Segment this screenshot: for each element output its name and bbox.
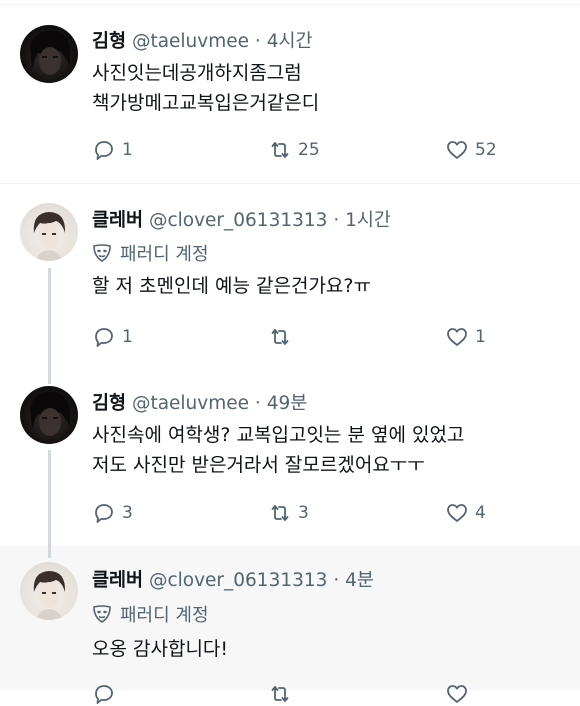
tweet-text-line: 저도 사진만 받은거라서 잘모르겠어요ㅜㅜ	[92, 454, 425, 476]
parody-text: 패러디 계정	[120, 244, 209, 265]
avatar[interactable]	[20, 203, 78, 261]
parody-text: 패러디 계정	[120, 605, 209, 626]
reply-icon	[95, 141, 113, 160]
tweet-text-line: 책가방메고교복입은거같은디	[92, 92, 320, 114]
tweet-header: 클레버 @clover_06131313 · 1시간	[92, 206, 391, 232]
retweet-icon	[271, 142, 289, 158]
mask-icon	[93, 244, 111, 262]
avatar[interactable]	[20, 25, 78, 83]
heart-icon	[447, 328, 467, 346]
timestamp[interactable]: 4시간	[267, 31, 313, 52]
like-button[interactable]	[445, 682, 475, 706]
reply-icon	[95, 504, 113, 523]
tweet-text: 오옹 감사합니다!	[92, 634, 228, 664]
tweet-4[interactable]: 클레버 @clover_06131313 · 4분 패러디 계정 오옹 감사합니…	[0, 546, 580, 704]
reply-count: 1	[122, 140, 133, 160]
tweet-header: 클레버 @clover_06131313 · 4분	[92, 566, 374, 592]
separator-dot: ·	[333, 210, 340, 231]
thread-line	[48, 268, 51, 364]
tweet-text-line: 사진속에 여학생? 교복입고잇는 분 옆에 있었고	[92, 424, 465, 446]
reply-button[interactable]: 1	[92, 138, 133, 162]
mask-icon	[93, 605, 111, 623]
tweet-text-line: 오옹 감사합니다!	[92, 638, 229, 660]
heart-icon	[447, 504, 467, 522]
reply-button[interactable]	[92, 682, 122, 706]
thread-line	[48, 546, 51, 558]
user-handle[interactable]: @clover_06131313	[149, 210, 327, 231]
like-count: 1	[475, 327, 486, 347]
tweet-text: 사진잇는데공개하지좀그럼 책가방메고교복입은거같은디	[92, 58, 319, 118]
separator-dot: ·	[254, 393, 261, 414]
user-handle[interactable]: @clover_06131313	[149, 570, 327, 591]
avatar[interactable]	[20, 562, 78, 620]
separator-dot: ·	[254, 31, 261, 52]
parody-label: 패러디 계정	[92, 601, 209, 627]
user-handle[interactable]: @taeluvmee	[132, 31, 249, 52]
retweet-count: 3	[298, 503, 309, 523]
display-name[interactable]: 클레버	[92, 570, 143, 591]
retweet-count: 25	[298, 140, 320, 160]
tweet-text: 할 저 초멘인데 예능 같은건가요?ㅠ	[92, 271, 371, 301]
retweet-button[interactable]	[268, 325, 298, 349]
like-count: 4	[475, 503, 486, 523]
heart-icon	[447, 141, 467, 159]
display-name[interactable]: 클레버	[92, 210, 143, 231]
reply-icon	[95, 685, 113, 704]
tweet-3[interactable]: 김형 @taeluvmee · 49분 사진속에 여학생? 교복입고잇는 분 옆…	[0, 364, 580, 546]
thread-line	[48, 364, 51, 384]
tweet-header: 김형 @taeluvmee · 49분	[92, 389, 307, 415]
tweet-1[interactable]: 김형 @taeluvmee · 4시간 사진잇는데공개하지좀그럼 책가방메고교복…	[0, 5, 580, 183]
tweet-text-line: 할 저 초멘인데 예능 같은건가요?ㅠ	[92, 275, 371, 297]
reply-icon	[95, 328, 113, 347]
retweet-button[interactable]: 25	[268, 138, 320, 162]
separator-dot: ·	[333, 570, 340, 591]
retweet-icon	[271, 505, 289, 521]
avatar[interactable]	[20, 386, 78, 444]
timestamp[interactable]: 49분	[267, 393, 308, 414]
tweet-text: 사진속에 여학생? 교복입고잇는 분 옆에 있었고 저도 사진만 받은거라서 잘…	[92, 420, 464, 480]
reply-count: 3	[122, 503, 133, 523]
reply-button[interactable]: 1	[92, 325, 133, 349]
like-count: 52	[475, 140, 497, 160]
retweet-button[interactable]: 3	[268, 501, 309, 525]
tweet-header: 김형 @taeluvmee · 4시간	[92, 27, 313, 53]
retweet-icon	[271, 329, 289, 345]
tweet-text-line: 사진잇는데공개하지좀그럼	[92, 62, 302, 84]
user-handle[interactable]: @taeluvmee	[132, 393, 249, 414]
parody-label: 패러디 계정	[92, 240, 209, 266]
reply-button[interactable]: 3	[92, 501, 133, 525]
like-button[interactable]: 1	[445, 325, 486, 349]
retweet-icon	[271, 686, 289, 702]
timestamp[interactable]: 4분	[345, 570, 374, 591]
heart-icon	[447, 685, 467, 703]
like-button[interactable]: 4	[445, 501, 486, 525]
thread-line	[48, 450, 51, 546]
tweet-2[interactable]: 클레버 @clover_06131313 · 1시간 패러디 계정 할 저 초멘…	[0, 184, 580, 364]
display-name[interactable]: 김형	[92, 393, 126, 414]
like-button[interactable]: 52	[445, 138, 497, 162]
reply-count: 1	[122, 327, 133, 347]
display-name[interactable]: 김형	[92, 31, 126, 52]
timestamp[interactable]: 1시간	[345, 210, 391, 231]
retweet-button[interactable]	[268, 682, 298, 706]
